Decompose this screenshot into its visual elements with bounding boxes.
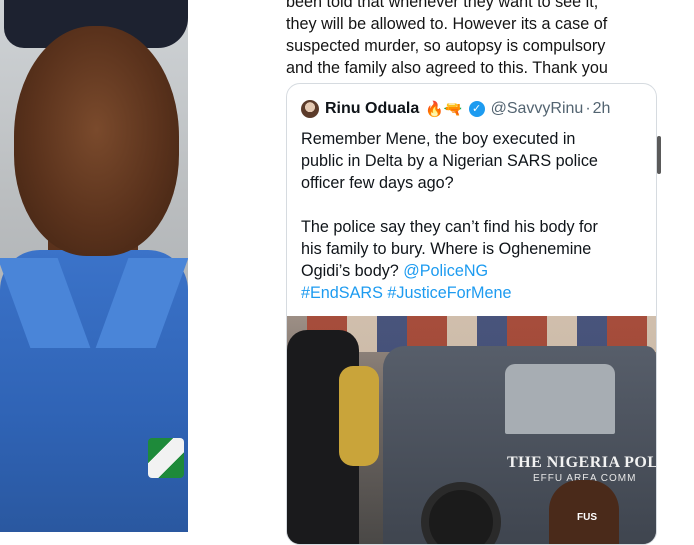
body-line: Remember Mene, the boy executed in [301,130,576,148]
reply-line: and the family also agreed to this. Than… [286,59,608,77]
quoted-tweet-card[interactable]: Rinu Oduala 🔥🔫 ✓ @SavvyRinu · 2h Remembe… [286,83,657,545]
body-line: public in Delta by a Nigerian SARS polic… [301,152,598,170]
photo-shirt-text: FUS [577,512,597,523]
scrollbar-thumb[interactable] [657,136,661,174]
hashtag-link[interactable]: #EndSARS [301,284,383,302]
author-name[interactable]: Rinu Oduala [325,100,419,118]
officer-portrait-image [0,0,188,532]
body-line-with-mention: Ogidi’s body? @PoliceNG [301,260,649,282]
photo-person-yellow [339,366,379,466]
body-line: his family to bury. Where is Oghenemine [301,240,592,258]
tweet-time[interactable]: 2h [593,100,611,118]
flag-badge-icon [148,438,184,478]
author-avatar[interactable] [301,100,319,118]
body-line: officer few days ago? [301,174,454,192]
quoted-tweet-header: Rinu Oduala 🔥🔫 ✓ @SavvyRinu · 2h [301,98,610,120]
hashtag-line: #EndSARS #JusticeForMene [301,282,649,304]
tweet-photo[interactable]: THE NIGERIA POL EFFU AREA COMM FUS [287,316,656,544]
body-line: The police say they can’t find his body … [301,218,598,236]
time-separator: · [585,100,591,117]
photo-van-window [505,364,615,434]
mention-link[interactable]: @PoliceNG [403,262,488,280]
author-emojis: 🔥🔫 [425,101,463,118]
reply-line: they will be allowed to. However its a c… [286,15,608,33]
reply-line: been told that whenever they want to see… [286,0,599,11]
reply-tweet-text: been told that whenever they want to see… [286,0,666,79]
hashtag-link[interactable]: #JusticeForMene [387,284,511,302]
quoted-tweet-body: Remember Mene, the boy executed in publi… [301,128,649,304]
verified-badge-icon: ✓ [468,101,485,117]
photo-van-lettering: THE NIGERIA POL [507,454,656,471]
portrait-face [14,26,179,256]
author-handle[interactable]: @SavvyRinu [491,100,584,118]
body-line-text: Ogidi’s body? [301,262,399,280]
reply-line: suspected murder, so autopsy is compulso… [286,37,606,55]
